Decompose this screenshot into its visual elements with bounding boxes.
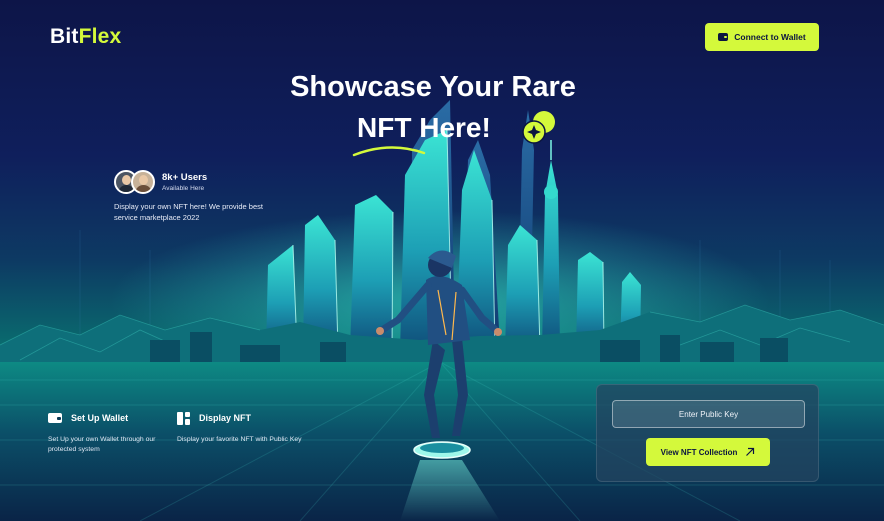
wallet-icon <box>48 413 62 423</box>
users-summary: 8k+ Users Available Here <box>114 170 207 194</box>
hero-description: Display your own NFT here! We provide be… <box>114 202 263 222</box>
connect-wallet-button[interactable]: Connect to Wallet <box>705 23 819 51</box>
feature-display-nft: Display NFT Display your favorite NFT wi… <box>177 411 302 445</box>
avatar-group <box>114 170 156 194</box>
arrow-up-right-icon <box>746 447 755 456</box>
feature-setup-wallet: Set Up Wallet Set Up your own Wallet thr… <box>48 411 173 455</box>
public-key-panel: View NFT Collection <box>596 384 819 482</box>
wallet-icon <box>718 33 729 41</box>
hero-here-word: Here! <box>411 112 491 143</box>
feature-title: Display NFT <box>199 413 252 423</box>
connect-wallet-label: Connect to Wallet <box>734 32 806 42</box>
grid-icon <box>177 411 190 425</box>
hero-title-line1: Showcase Your Rare <box>290 71 576 103</box>
feature-text: Display your favorite NFT with Public Ke… <box>177 436 302 443</box>
logo-text-lime: Flex <box>78 25 122 48</box>
view-nft-collection-label: View NFT Collection <box>660 447 738 457</box>
users-count: 8k+ Users <box>162 171 208 183</box>
logo-text-white: Bit <box>50 25 79 48</box>
feature-text: Set Up your own Wallet through our prote… <box>48 436 156 453</box>
hero-nft-word: NFT <box>357 112 412 143</box>
hero-title-line2: NFT Here! <box>357 112 491 144</box>
users-subtitle: Available Here <box>162 184 205 192</box>
feature-title: Set Up Wallet <box>71 413 129 423</box>
brand-logo[interactable]: BitFlex <box>50 25 121 49</box>
view-nft-collection-button[interactable]: View NFT Collection <box>646 438 770 466</box>
avatar <box>131 170 155 194</box>
public-key-input[interactable] <box>612 400 805 428</box>
hero-underline-decoration <box>352 146 426 157</box>
coins-icon <box>522 111 555 144</box>
